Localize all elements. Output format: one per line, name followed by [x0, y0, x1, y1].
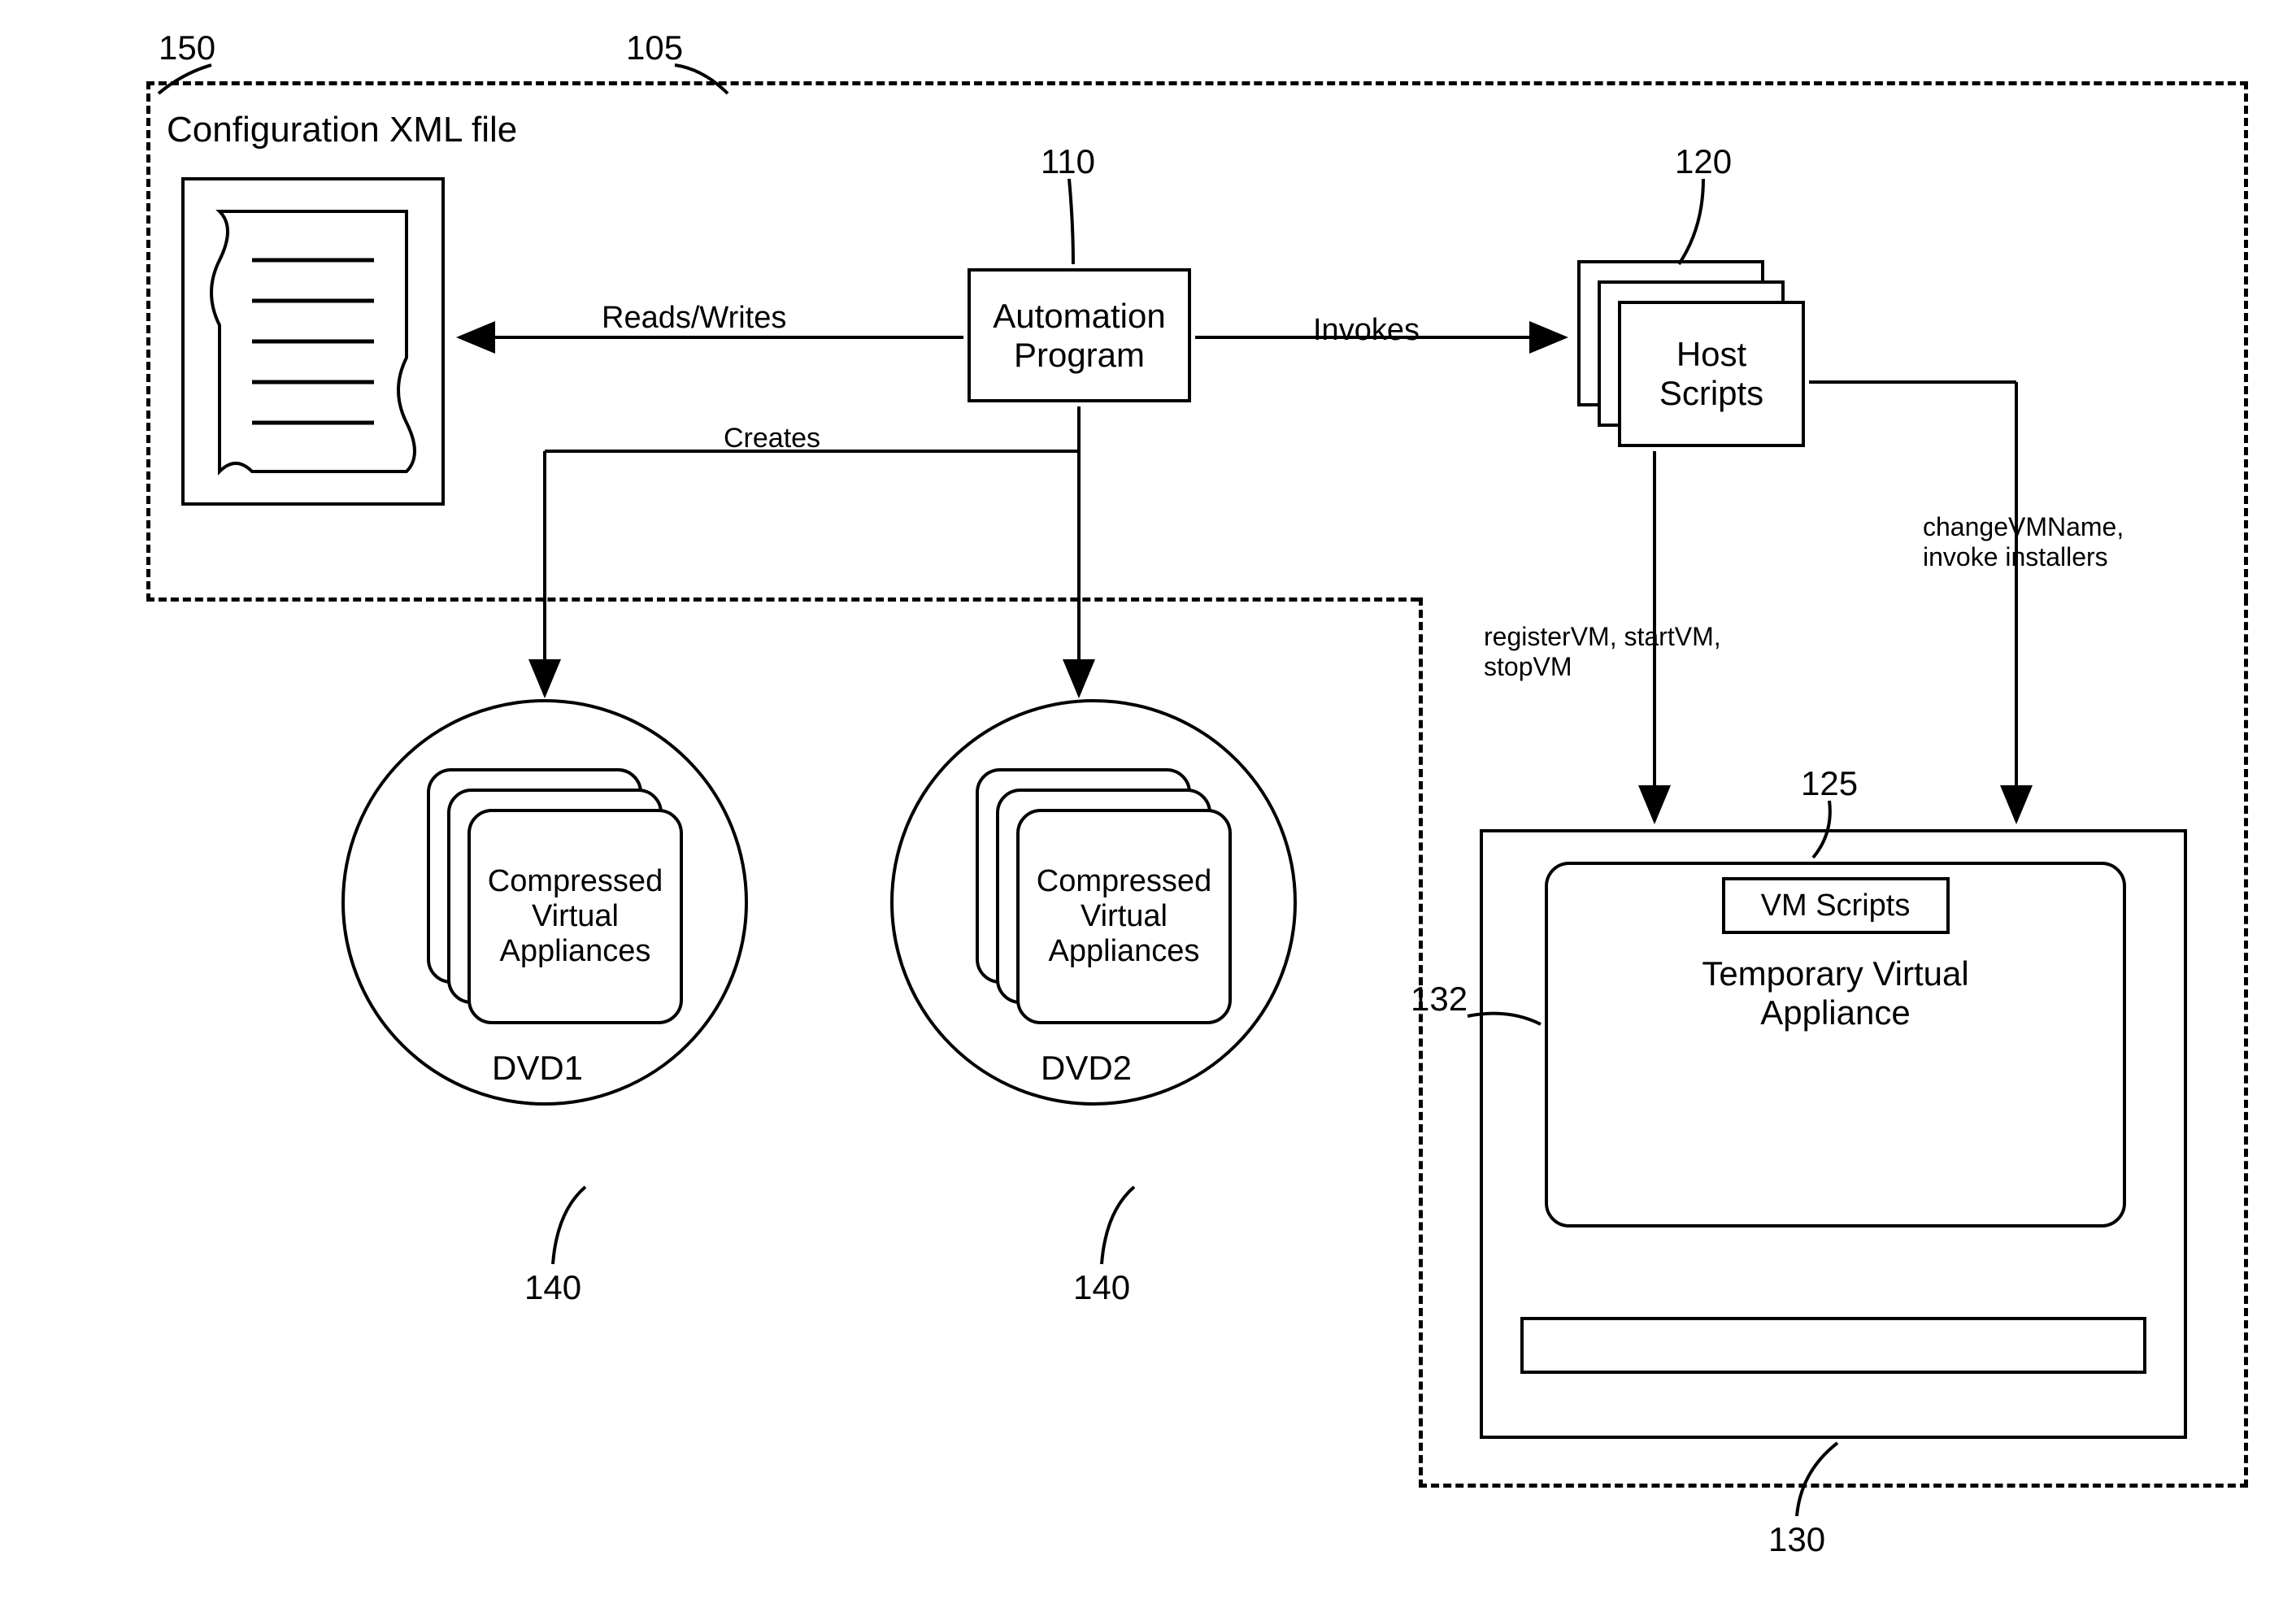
ref-150: 150	[159, 28, 215, 67]
temp-va-box: VM Scripts Temporary Virtual Appliance	[1545, 862, 2126, 1227]
dvd1-label: DVD1	[492, 1049, 583, 1088]
dvd2-label: DVD2	[1041, 1049, 1132, 1088]
vm-bar	[1520, 1317, 2146, 1374]
reads-writes-label: Reads/Writes	[602, 301, 786, 336]
config-xml-title: Configuration XML file	[167, 110, 517, 150]
dvd1-va-box: Compressed Virtual Appliances	[467, 809, 683, 1024]
register-vm-label: registerVM, startVM, stopVM	[1484, 622, 1721, 682]
ref-105: 105	[626, 28, 683, 67]
temp-va-label: Temporary Virtual Appliance	[1702, 954, 1968, 1032]
ref-130: 130	[1768, 1520, 1825, 1559]
ref-dvd1-140: 140	[524, 1268, 581, 1307]
change-vm-label: changeVMName, invoke installers	[1923, 512, 2124, 572]
invokes-label: Invokes	[1313, 313, 1420, 348]
automation-program-box: Automation Program	[968, 268, 1191, 402]
ref-dvd2-140: 140	[1073, 1268, 1130, 1307]
creates-label: Creates	[724, 423, 820, 454]
host-system-bottom-left	[146, 597, 1419, 602]
dvd2-va-box: Compressed Virtual Appliances	[1016, 809, 1232, 1024]
host-scripts-box: Host Scripts	[1618, 301, 1805, 447]
vm-scripts-box: VM Scripts	[1722, 877, 1950, 934]
